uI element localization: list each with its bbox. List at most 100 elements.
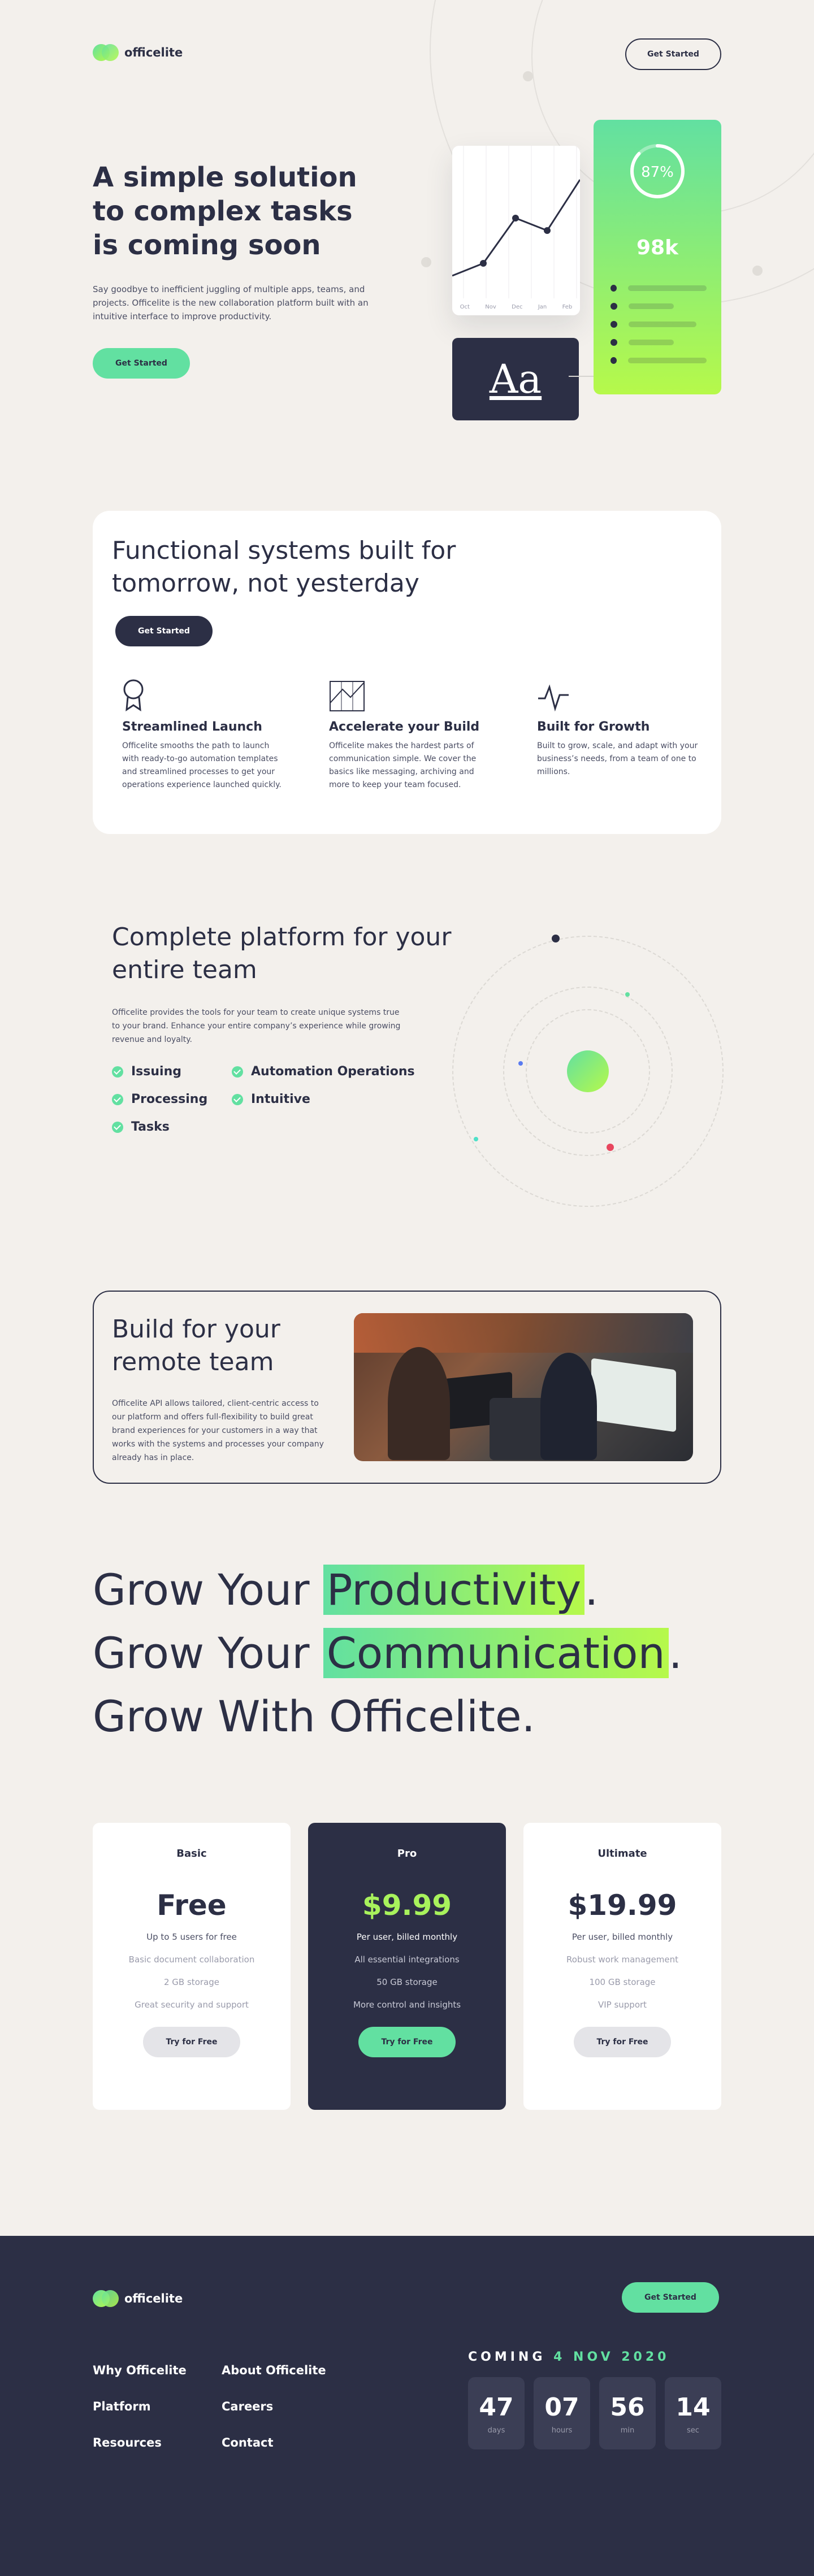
hero-get-started-button[interactable]: Get Started bbox=[93, 348, 190, 379]
basic-try-free-button[interactable]: Try for Free bbox=[143, 2027, 240, 2057]
plan-feature: Basic document collaboration bbox=[128, 1954, 255, 1965]
grow-line-2: Grow Your Communication. bbox=[93, 1628, 682, 1678]
checklist-item: Intuitive bbox=[232, 1092, 415, 1106]
footer-links-col2: About Officelite Careers Contact bbox=[222, 2364, 326, 2449]
check-icon bbox=[232, 1066, 243, 1078]
brand-name: officelite bbox=[124, 2292, 183, 2305]
checklist-item: Automation Operations bbox=[232, 1065, 415, 1079]
pro-try-free-button[interactable]: Try for Free bbox=[358, 2027, 456, 2057]
orbit-dot-icon bbox=[607, 1144, 614, 1151]
plan-feature: 100 GB storage bbox=[589, 1977, 656, 1987]
chart-month-label: Oct bbox=[460, 304, 470, 310]
orbit-dot-icon bbox=[474, 1137, 478, 1141]
plan-feature: Robust work management bbox=[566, 1954, 678, 1965]
footer: officelite Get Started Why Officelite Pl… bbox=[0, 2236, 814, 2576]
footer-link-about[interactable]: About Officelite bbox=[222, 2364, 326, 2377]
chart-square-icon bbox=[330, 681, 365, 711]
remote-team-photo bbox=[354, 1313, 693, 1461]
stats-card: 87% 98k bbox=[594, 120, 721, 394]
footer-brand-logo[interactable]: officelite bbox=[93, 2290, 183, 2307]
feature-accelerate-build: Accelerate your Build Officelite makes t… bbox=[329, 678, 499, 792]
check-icon bbox=[232, 1093, 243, 1105]
footer-link-contact[interactable]: Contact bbox=[222, 2436, 326, 2449]
brand-logo[interactable]: officelite bbox=[93, 44, 183, 61]
logo-mark-icon bbox=[93, 2290, 119, 2307]
check-icon bbox=[112, 1066, 123, 1078]
grow-line-1: Grow Your Productivity. bbox=[93, 1565, 599, 1615]
feature-text: Built to grow, scale, and adapt with you… bbox=[537, 741, 698, 776]
connector-line bbox=[569, 376, 597, 377]
feature-streamlined-launch: Streamlined Launch Officelite smooths th… bbox=[122, 678, 292, 792]
highlight-communication: Communication bbox=[323, 1628, 669, 1678]
platform-checklist-col1: Issuing Processing Tasks bbox=[112, 1065, 207, 1134]
feature-text: Officelite makes the hardest parts of co… bbox=[329, 741, 477, 789]
orbit-dot-icon bbox=[625, 992, 630, 997]
stat-percent: 87% bbox=[641, 164, 674, 181]
plan-price: $9.99 bbox=[362, 1889, 452, 1922]
remote-text: Officelite API allows tailored, client-c… bbox=[112, 1399, 324, 1462]
line-chart-card: Oct Nov Dec Jan Feb bbox=[452, 146, 580, 315]
checklist-item: Issuing bbox=[112, 1065, 207, 1079]
orbit-dot-icon bbox=[518, 1061, 523, 1066]
plan-price: $19.99 bbox=[568, 1889, 677, 1922]
ultimate-try-free-button[interactable]: Try for Free bbox=[574, 2027, 671, 2057]
plan-subtitle: Per user, billed monthly bbox=[356, 1932, 458, 1942]
plan-price: Free bbox=[157, 1889, 227, 1922]
plan-feature: All essential integrations bbox=[354, 1954, 460, 1965]
pulse-icon bbox=[538, 684, 569, 712]
footer-link-careers[interactable]: Careers bbox=[222, 2400, 326, 2413]
pricing-card-basic: Basic Free Up to 5 users for free Basic … bbox=[93, 1823, 291, 2110]
coming-date: 4 NOV 2020 bbox=[553, 2350, 670, 2364]
logo-mark-icon bbox=[93, 44, 119, 61]
plan-name: Pro bbox=[397, 1848, 417, 1860]
hero-title: A simple solution to complex tasks is co… bbox=[93, 162, 357, 261]
plan-name: Ultimate bbox=[597, 1848, 647, 1860]
check-icon bbox=[112, 1121, 123, 1133]
platform-text: Officelite provides the tools for your t… bbox=[112, 1008, 401, 1044]
grow-line-3: Grow With Officelite. bbox=[93, 1691, 535, 1741]
plan-name: Basic bbox=[176, 1848, 207, 1860]
brand-name: officelite bbox=[124, 46, 183, 59]
plan-feature: 2 GB storage bbox=[164, 1977, 219, 1987]
plan-subtitle: Per user, billed monthly bbox=[571, 1932, 673, 1942]
footer-link-resources[interactable]: Resources bbox=[93, 2436, 187, 2449]
chart-month-label: Dec bbox=[512, 304, 523, 310]
countdown-hours: 07 hours bbox=[534, 2377, 590, 2449]
systems-get-started-button[interactable]: Get Started bbox=[115, 616, 213, 646]
checklist-item: Tasks bbox=[112, 1120, 207, 1134]
footer-links-col1: Why Officelite Platform Resources bbox=[93, 2364, 187, 2449]
stat-list bbox=[610, 279, 707, 370]
hero-text: Say goodbye to inefficient juggling of m… bbox=[93, 284, 369, 322]
plan-feature: Great security and support bbox=[135, 2000, 249, 2010]
chart-month-label: Nov bbox=[485, 304, 496, 310]
header-get-started-button[interactable]: Get Started bbox=[625, 38, 721, 70]
feature-built-for-growth: Built for Growth Built to grow, scale, a… bbox=[537, 678, 707, 779]
plan-subtitle: Up to 5 users for free bbox=[146, 1932, 237, 1942]
countdown-seconds: 14 sec bbox=[665, 2377, 721, 2449]
countdown-minutes: 56 min bbox=[599, 2377, 656, 2449]
pricing-card-pro: Pro $9.99 Per user, billed monthly All e… bbox=[308, 1823, 506, 2110]
orbit-dot-icon bbox=[552, 935, 560, 942]
footer-get-started-button[interactable]: Get Started bbox=[622, 2282, 719, 2313]
typography-sample: Aa bbox=[489, 356, 542, 402]
chart-month-label: Feb bbox=[562, 304, 573, 310]
platform-title: Complete platform for your entire team bbox=[112, 923, 452, 984]
ribbon-badge-icon bbox=[123, 679, 144, 711]
footer-link-platform[interactable]: Platform bbox=[93, 2400, 187, 2413]
footer-link-why-officelite[interactable]: Why Officelite bbox=[93, 2364, 187, 2377]
pricing-card-ultimate: Ultimate $19.99 Per user, billed monthly… bbox=[523, 1823, 721, 2110]
feature-title: Streamlined Launch bbox=[122, 720, 262, 734]
feature-title: Built for Growth bbox=[537, 720, 650, 734]
plan-feature: More control and insights bbox=[353, 2000, 461, 2010]
orbit-illustration bbox=[452, 935, 724, 1207]
systems-panel: Functional systems built for tomorrow, n… bbox=[93, 511, 721, 834]
typography-card: Aa bbox=[452, 338, 579, 420]
chart-month-label: Jan bbox=[538, 304, 547, 310]
checklist-item: Processing bbox=[112, 1092, 207, 1106]
remote-team-card: Build for your remote team Officelite AP… bbox=[93, 1291, 721, 1484]
plan-feature: 50 GB storage bbox=[376, 1977, 438, 1987]
countdown-days: 47 days bbox=[468, 2377, 525, 2449]
line-chart-icon bbox=[452, 146, 580, 298]
coming-soon-label: COMING 4 NOV 2020 bbox=[468, 2350, 670, 2364]
check-icon bbox=[112, 1093, 123, 1105]
